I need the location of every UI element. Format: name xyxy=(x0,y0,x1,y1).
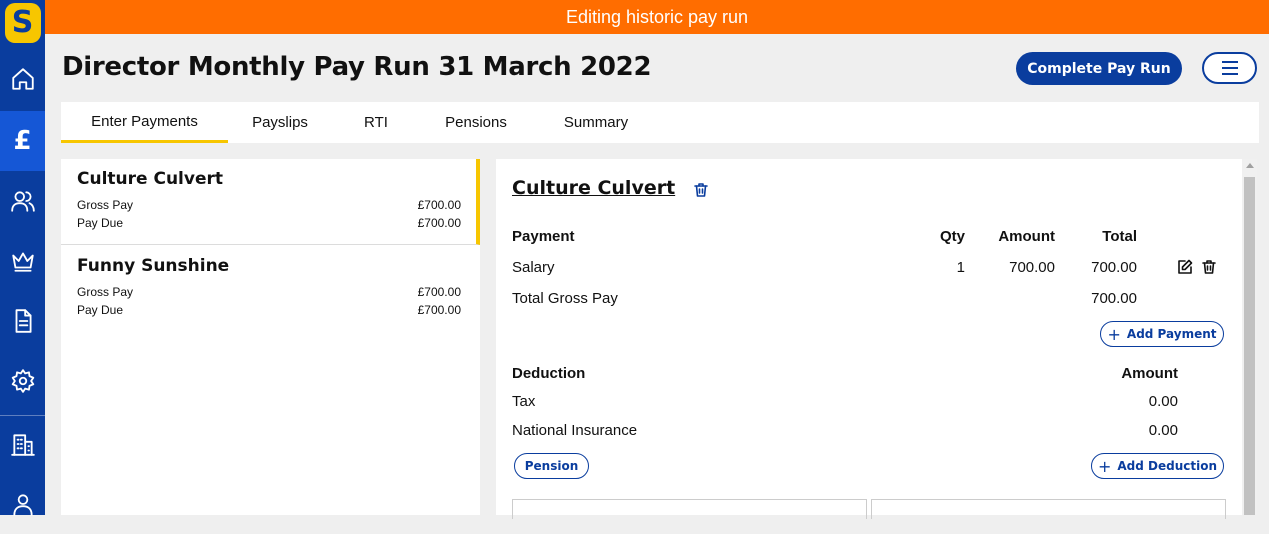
deduction-amount: 0.00 xyxy=(1148,393,1178,410)
delete-payment-icon[interactable] xyxy=(1201,259,1217,275)
summary-box-right xyxy=(871,499,1226,519)
employee-name: Funny Sunshine xyxy=(77,256,230,276)
sidebar: S £ xyxy=(0,0,45,516)
employee-card-funny-sunshine[interactable]: Funny Sunshine Gross Pay £700.00 Pay Due… xyxy=(61,246,480,332)
nav-directors[interactable] xyxy=(0,231,45,291)
gross-pay-value: £700.00 xyxy=(417,285,461,299)
building-icon xyxy=(10,434,35,456)
pay-due-value: £700.00 xyxy=(417,303,461,317)
deduction-amount: 0.00 xyxy=(1148,422,1178,439)
nav-settings[interactable] xyxy=(0,351,45,411)
pay-due-label: Pay Due xyxy=(77,303,124,317)
detail-scrollbar[interactable] xyxy=(1242,159,1257,515)
edit-payment-icon[interactable] xyxy=(1177,259,1193,275)
nav-home[interactable] xyxy=(0,49,45,109)
total-gross-value: 700.00 xyxy=(1091,290,1137,307)
gross-pay-label: Gross Pay xyxy=(77,198,134,212)
employee-card-culture-culvert[interactable]: Culture Culvert Gross Pay £700.00 Pay Du… xyxy=(61,159,480,245)
settings-icon xyxy=(11,369,34,393)
pension-button[interactable]: Pension xyxy=(514,453,589,479)
add-payment-button[interactable]: + Add Payment xyxy=(1100,321,1224,347)
summary-box-left xyxy=(512,499,867,519)
tab-bar: Enter Payments Payslips RTI Pensions Sum… xyxy=(61,102,1259,143)
gross-pay-value: £700.00 xyxy=(417,198,461,212)
nav-employees[interactable] xyxy=(0,171,45,231)
tab-enter-payments[interactable]: Enter Payments xyxy=(61,102,228,143)
scroll-up-arrow-icon[interactable] xyxy=(1246,163,1254,168)
total-header: Total xyxy=(1102,228,1137,245)
complete-pay-run-button[interactable]: Complete Pay Run xyxy=(1016,52,1182,85)
nav-company[interactable] xyxy=(0,414,45,474)
amount-header: Amount xyxy=(998,228,1055,245)
tab-summary[interactable]: Summary xyxy=(532,102,660,143)
payment-qty: 1 xyxy=(956,259,965,276)
gross-pay-row: Gross Pay £700.00 xyxy=(77,285,461,299)
qty-header: Qty xyxy=(939,228,965,245)
total-gross-label: Total Gross Pay xyxy=(512,290,618,307)
home-icon xyxy=(11,68,34,90)
nav-reports[interactable] xyxy=(0,291,45,351)
historic-banner: Editing historic pay run xyxy=(45,0,1269,34)
deduction-amount-header: Amount xyxy=(1121,365,1178,382)
menu-button[interactable] xyxy=(1202,52,1257,84)
plus-icon: + xyxy=(1097,456,1112,476)
tab-pensions[interactable]: Pensions xyxy=(420,102,532,143)
document-icon xyxy=(15,309,32,333)
tab-rti[interactable]: RTI xyxy=(332,102,420,143)
page-title: Director Monthly Pay Run 31 March 2022 xyxy=(62,52,652,82)
crown-icon xyxy=(11,252,34,272)
pound-icon: £ xyxy=(13,126,32,156)
delete-employee-icon[interactable] xyxy=(693,182,709,198)
tab-payslips[interactable]: Payslips xyxy=(228,102,332,143)
payment-header: Payment xyxy=(512,228,575,245)
app-logo[interactable]: S xyxy=(0,0,45,45)
pay-due-row: Pay Due £700.00 xyxy=(77,303,461,317)
employee-name: Culture Culvert xyxy=(77,169,223,189)
pay-due-value: £700.00 xyxy=(417,216,461,230)
payment-name: Salary xyxy=(512,259,555,276)
deduction-name: Tax xyxy=(512,393,536,410)
hamburger-icon xyxy=(1221,61,1238,75)
user-icon xyxy=(12,494,33,516)
employee-title[interactable]: Culture Culvert xyxy=(512,177,675,199)
gross-pay-label: Gross Pay xyxy=(77,285,134,299)
deduction-name: National Insurance xyxy=(512,422,638,439)
add-deduction-label: Add Deduction xyxy=(1117,459,1218,473)
nav-payroll[interactable]: £ xyxy=(0,111,45,171)
people-icon xyxy=(10,191,35,212)
payment-amount: 700.00 xyxy=(1009,259,1055,276)
employee-list: Culture Culvert Gross Pay £700.00 Pay Du… xyxy=(61,159,480,515)
nav-account[interactable] xyxy=(0,474,45,534)
deduction-header: Deduction xyxy=(512,365,586,382)
payment-total: 700.00 xyxy=(1091,259,1137,276)
pay-due-label: Pay Due xyxy=(77,216,124,230)
pay-due-row: Pay Due £700.00 xyxy=(77,216,461,230)
add-deduction-button[interactable]: + Add Deduction xyxy=(1091,453,1224,479)
plus-icon: + xyxy=(1107,324,1121,344)
add-payment-label: Add Payment xyxy=(1126,327,1217,341)
gross-pay-row: Gross Pay £700.00 xyxy=(77,198,461,212)
scrollbar-thumb[interactable] xyxy=(1244,177,1255,515)
logo-badge: S xyxy=(4,2,41,43)
